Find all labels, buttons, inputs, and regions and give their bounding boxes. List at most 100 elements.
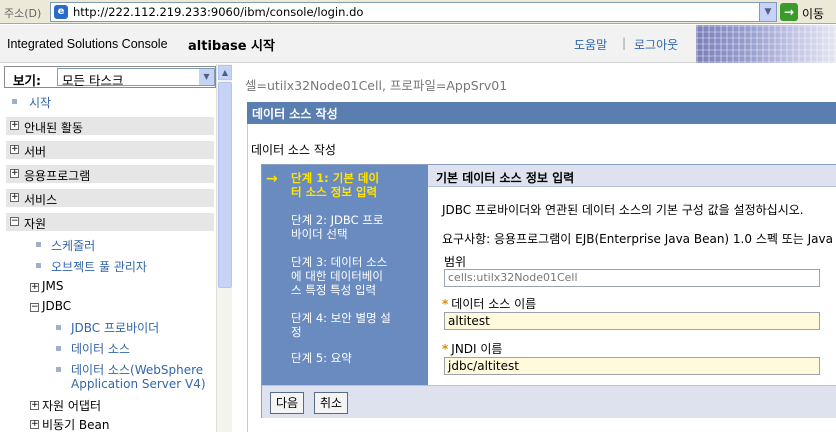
nav-section-services[interactable]: + 서비스 (6, 188, 214, 207)
collapse-icon[interactable]: − (30, 303, 39, 312)
go-arrow-icon[interactable]: → (780, 3, 798, 21)
bullet-icon (56, 367, 61, 372)
wizard-step-5: 단계 5: 요약 (291, 351, 423, 365)
bullet-icon (56, 325, 61, 330)
step-line: 단계 2: JDBC 프로 (291, 213, 384, 227)
step-line: 스 특정 특성 입력 (291, 283, 377, 297)
navigation-panel: 보기: 모든 타스크 ▼ ▲ 시작 + 안내된 활동 + 서버 + 응용프로그램… (0, 64, 232, 432)
scope-text: 셀=utilx32Node01Cell, 프로파일=AppSrv01 (245, 78, 508, 93)
wizard-step-4: 단계 4: 보안 별명 설 정 (291, 311, 423, 339)
nav-item-data-source[interactable]: 데이터 소스 (71, 340, 130, 357)
nav-item-async-bean[interactable]: 비동기 Bean (42, 416, 110, 433)
nav-item-resource-adapter[interactable]: 자원 어댑터 (42, 397, 101, 414)
wizard-step-3: 단계 3: 데이터 소스 에 대한 데이터베이 스 특정 특성 입력 (291, 255, 423, 297)
nav-section-label[interactable]: 서비스 (24, 191, 57, 208)
jndi-input[interactable]: jdbc/altitest (444, 357, 820, 375)
nav-scrollbar[interactable]: ▲ (216, 64, 232, 432)
scope-field-value: cells:utilx32Node01Cell (448, 271, 578, 284)
bullet-icon (56, 346, 61, 351)
required-icon: * (442, 297, 449, 311)
jndi-label-text: JNDI 이름 (451, 342, 503, 356)
nav-item-object-pool[interactable]: 오브젝트 풀 관리자 (51, 258, 147, 275)
welcome-text: altibase 시작 (188, 39, 275, 54)
step-line: 단계 1: 기본 데이 (291, 171, 380, 185)
bullet-icon (36, 242, 41, 247)
bullet-icon (12, 99, 17, 104)
brand-title: Integrated Solutions Console (7, 37, 168, 51)
bullet-icon (36, 263, 41, 268)
ds-name-label: * 데이터 소스 이름 (442, 295, 536, 312)
expand-icon[interactable]: + (10, 169, 19, 178)
wizard-steps: → 단계 1: 기본 데이 터 소스 정보 입력 단계 2: JDBC 프로 바… (262, 165, 428, 385)
nav-section-guided[interactable]: + 안내된 활동 (6, 116, 214, 135)
header-logo-pattern (696, 25, 836, 63)
scroll-up-icon[interactable]: ▲ (218, 65, 232, 80)
requirement-text: 요구사항: 응용프로그램이 EJB(Enterprise Java Bean) … (442, 232, 833, 246)
go-label[interactable]: 이동 (802, 5, 824, 22)
step-line: 에 대한 데이터베이 (291, 269, 383, 283)
content-title: 기본 데이터 소스 정보 입력 (436, 171, 575, 185)
nav-section-label[interactable]: 안내된 활동 (24, 119, 83, 136)
scroll-thumb[interactable] (218, 82, 232, 288)
view-filter: 보기: 모든 타스크 ▼ (4, 66, 216, 88)
nav-section-label[interactable]: 응용프로그램 (24, 167, 90, 184)
nav-section-label[interactable]: 자원 (24, 215, 46, 232)
jndi-label: * JNDI 이름 (442, 340, 502, 357)
ds-name-value[interactable]: altitest (448, 314, 490, 328)
go-button[interactable]: → 이동 (780, 2, 836, 22)
jndi-value[interactable]: jdbc/altitest (448, 359, 519, 373)
nav-start[interactable]: 시작 (29, 94, 51, 111)
address-label: 주소(D) (4, 7, 42, 20)
help-link[interactable]: 도움말 (574, 36, 607, 53)
scope-field: cells:utilx32Node01Cell (444, 269, 820, 287)
view-select[interactable]: 모든 타스크 ▼ (57, 68, 215, 89)
step-line: 터 소스 정보 입력 (291, 185, 378, 199)
wizard-step-2: 단계 2: JDBC 프로 바이더 선택 (291, 213, 423, 241)
wizard-buttons: 다음 취소 (262, 385, 836, 418)
expand-icon[interactable]: + (30, 401, 39, 410)
content-header: 기본 데이터 소스 정보 입력 (428, 165, 836, 187)
page-title-bar: 데이터 소스 작성 (247, 102, 836, 124)
current-step-arrow-icon: → (266, 171, 278, 187)
expand-icon[interactable]: + (10, 145, 19, 154)
address-input[interactable]: e http://222.112.219.233:9060/ibm/consol… (50, 2, 777, 22)
ds-name-label-text: 데이터 소스 이름 (451, 297, 537, 311)
cancel-button[interactable]: 취소 (314, 392, 348, 414)
page-title: 데이터 소스 작성 (252, 107, 338, 121)
nav-section-resources[interactable]: − 자원 (6, 212, 214, 231)
expand-icon[interactable]: + (30, 283, 39, 292)
step-line: 바이더 선택 (291, 227, 348, 241)
expand-icon[interactable]: + (10, 193, 19, 202)
nav-item-data-source-v4[interactable]: 데이터 소스(WebSphere (71, 361, 203, 378)
nav-item-jms[interactable]: JMS (42, 279, 64, 293)
nav-item-scheduler[interactable]: 스케줄러 (51, 237, 95, 254)
wizard-content: 기본 데이터 소스 정보 입력 JDBC 프로바이더와 연관된 데이터 소스의 … (428, 165, 836, 385)
step-line: 정 (291, 325, 302, 339)
expand-icon[interactable]: + (30, 420, 39, 429)
page-subtitle: 데이터 소스 작성 (251, 143, 336, 157)
description-text: JDBC 프로바이더와 연관된 데이터 소스의 기본 구성 값을 설정하십시오. (442, 203, 804, 217)
step-line: 단계 4: 보안 별명 설 (291, 311, 391, 325)
address-url[interactable]: http://222.112.219.233:9060/ibm/console/… (73, 5, 363, 19)
expand-icon[interactable]: + (10, 121, 19, 130)
ds-name-input[interactable]: altitest (444, 312, 820, 330)
view-select-value[interactable]: 모든 타스크 (62, 70, 123, 89)
step-line: 단계 3: 데이터 소스 (291, 255, 388, 269)
chevron-down-icon[interactable]: ▼ (199, 69, 214, 85)
required-icon: * (442, 342, 449, 356)
nav-section-servers[interactable]: + 서버 (6, 140, 214, 159)
view-label: 보기: (13, 73, 41, 88)
nav-item-jdbc[interactable]: JDBC (42, 299, 71, 313)
nav-section-applications[interactable]: + 응용프로그램 (6, 164, 214, 183)
logout-link[interactable]: 로그아웃 (634, 36, 678, 53)
chevron-down-icon[interactable]: ▼ (759, 3, 776, 21)
next-button[interactable]: 다음 (270, 392, 304, 414)
console-header: Integrated Solutions Console altibase 시작… (0, 25, 836, 63)
nav-item-data-source-v4-line2[interactable]: Application Server V4) (71, 377, 206, 391)
collapse-icon[interactable]: − (10, 217, 19, 226)
wizard: → 단계 1: 기본 데이 터 소스 정보 입력 단계 2: JDBC 프로 바… (261, 164, 836, 418)
nav-item-jdbc-provider[interactable]: JDBC 프로바이더 (71, 319, 159, 336)
address-bar: 주소(D) e http://222.112.219.233:9060/ibm/… (0, 0, 836, 24)
header-separator: | (622, 36, 627, 50)
nav-section-label[interactable]: 서버 (24, 143, 46, 160)
